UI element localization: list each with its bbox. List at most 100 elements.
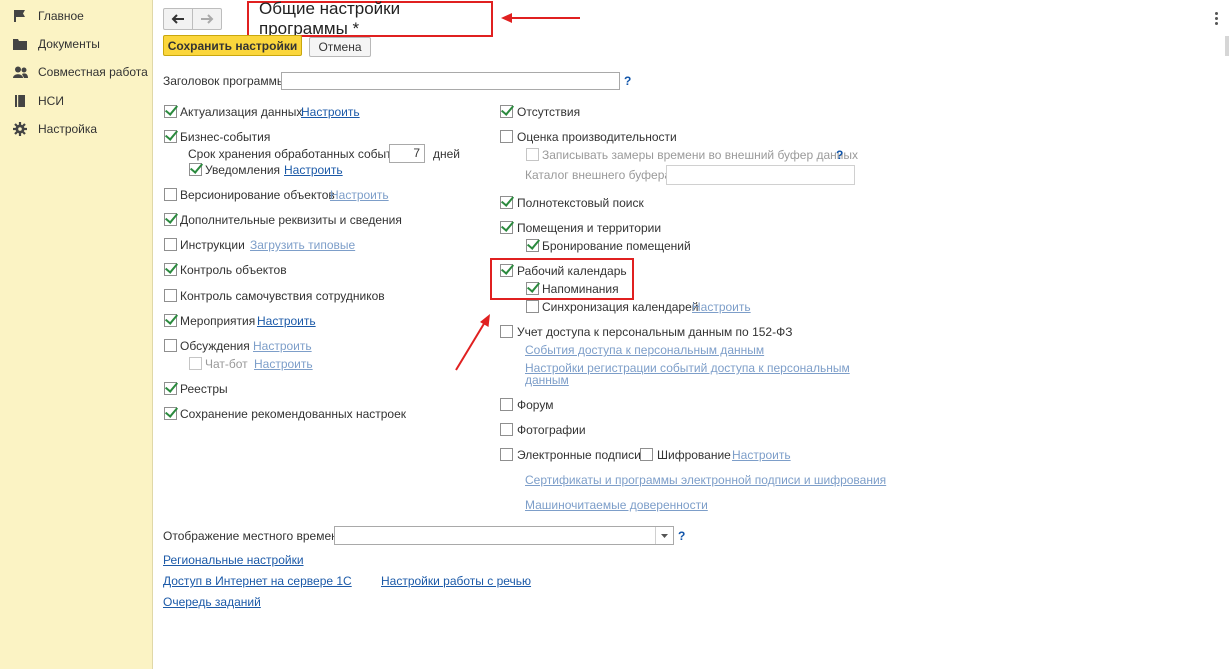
regional-settings-link[interactable]: Региональные настройки — [163, 553, 304, 567]
retention-days-input[interactable]: 7 — [389, 144, 425, 163]
forward-button[interactable] — [192, 9, 221, 29]
versioning-label: Версионирование объектов — [180, 188, 335, 202]
annotation-arrow-title — [501, 13, 580, 23]
personal-data-label: Учет доступа к персональным данным по 15… — [517, 325, 793, 339]
arrow-left-icon — [171, 14, 184, 24]
extra-attributes-checkbox[interactable] — [164, 213, 177, 226]
internet-access-link[interactable]: Доступ в Интернет на сервере 1С — [163, 574, 352, 588]
cancel-button[interactable]: Отмена — [309, 37, 371, 57]
notifications-checkbox[interactable] — [189, 163, 202, 176]
events-label: Мероприятия — [180, 314, 256, 328]
esign-label: Электронные подписи — [517, 448, 641, 462]
booking-label: Бронирование помещений — [542, 239, 691, 253]
chevron-down-icon[interactable] — [655, 527, 673, 544]
pd-events-link[interactable]: События доступа к персональным данным — [525, 343, 764, 357]
instructions-label: Инструкции — [180, 238, 245, 252]
book-icon — [12, 93, 28, 109]
buffer-catalog-label: Каталог внешнего буфера: — [525, 168, 675, 182]
pd-settings-link[interactable]: Настройки регистрации событий доступа к … — [525, 361, 850, 375]
sidebar-item-nsi[interactable]: НСИ — [12, 91, 64, 111]
instructions-load-link[interactable]: Загрузить типовые — [250, 238, 355, 252]
fulltext-search-checkbox[interactable] — [500, 196, 513, 209]
work-calendar-checkbox[interactable] — [500, 264, 513, 277]
photos-checkbox[interactable] — [500, 423, 513, 436]
reminders-checkbox[interactable] — [526, 282, 539, 295]
scrollbar[interactable] — [1225, 36, 1229, 56]
annotation-arrow-calendar — [455, 314, 490, 371]
program-title-label: Заголовок программы: — [163, 74, 289, 88]
booking-checkbox[interactable] — [526, 239, 539, 252]
wellbeing-checkbox[interactable] — [164, 289, 177, 302]
page-title-highlight: Общие настройки программы * — [247, 0, 493, 38]
buffer-catalog-input[interactable] — [666, 165, 855, 185]
notifications-configure-link[interactable]: Настроить — [284, 163, 343, 177]
registers-label: Реестры — [180, 382, 228, 396]
object-control-checkbox[interactable] — [164, 263, 177, 276]
sidebar-item-main[interactable]: Главное — [12, 6, 84, 26]
data-update-configure-link[interactable]: Настроить — [301, 105, 360, 119]
write-measurements-label: Записывать замеры времени во внешний буф… — [542, 148, 859, 162]
job-queue-link[interactable]: Очередь заданий — [163, 595, 261, 609]
chatbot-configure-link[interactable]: Настроить — [254, 357, 313, 371]
performance-checkbox[interactable] — [500, 130, 513, 143]
forum-label: Форум — [517, 398, 554, 412]
speech-settings-link[interactable]: Настройки работы с речью — [381, 574, 531, 588]
power-of-attorney-link[interactable]: Машиночитаемые доверенности — [525, 498, 708, 512]
help-icon[interactable]: ? — [836, 148, 843, 162]
absences-checkbox[interactable] — [500, 105, 513, 118]
versioning-checkbox[interactable] — [164, 188, 177, 201]
write-measurements-checkbox[interactable] — [526, 148, 539, 161]
local-time-label: Отображение местного времени: — [163, 529, 348, 543]
sidebar-item-label: Совместная работа — [38, 65, 148, 79]
local-time-select[interactable] — [334, 526, 674, 545]
saved-settings-checkbox[interactable] — [164, 407, 177, 420]
pd-settings-link-continued[interactable]: данным — [525, 373, 569, 387]
help-icon[interactable]: ? — [678, 529, 685, 543]
extra-attributes-label: Дополнительные реквизиты и сведения — [180, 213, 402, 227]
registers-checkbox[interactable] — [164, 382, 177, 395]
sidebar-item-documents[interactable]: Документы — [12, 34, 100, 54]
business-events-checkbox[interactable] — [164, 130, 177, 143]
data-update-checkbox[interactable] — [164, 105, 177, 118]
encryption-configure-link[interactable]: Настроить — [732, 448, 791, 462]
help-icon[interactable]: ? — [624, 74, 631, 88]
events-configure-link[interactable]: Настроить — [257, 314, 316, 328]
save-settings-button[interactable]: Сохранить настройки — [163, 35, 302, 56]
sidebar-item-label: НСИ — [38, 94, 64, 108]
sidebar-item-settings[interactable]: Настройка — [12, 119, 97, 139]
events-checkbox[interactable] — [164, 314, 177, 327]
wellbeing-label: Контроль самочувствия сотрудников — [180, 289, 385, 303]
calendar-sync-label: Синхронизация календарей — [542, 300, 699, 314]
discussions-configure-link[interactable]: Настроить — [253, 339, 312, 353]
users-icon — [12, 64, 28, 80]
chatbot-checkbox[interactable] — [189, 357, 202, 370]
calendar-sync-checkbox[interactable] — [526, 300, 539, 313]
performance-label: Оценка производительности — [517, 130, 677, 144]
encryption-checkbox[interactable] — [640, 448, 653, 461]
forum-checkbox[interactable] — [500, 398, 513, 411]
gear-icon — [12, 121, 28, 137]
absences-label: Отсутствия — [517, 105, 581, 119]
notifications-label: Уведомления — [205, 163, 281, 177]
premises-checkbox[interactable] — [500, 221, 513, 234]
discussions-checkbox[interactable] — [164, 339, 177, 352]
saved-settings-label: Сохранение рекомендованных настроек — [180, 407, 407, 421]
discussions-label: Обсуждения — [180, 339, 250, 353]
more-menu-icon[interactable] — [1215, 12, 1219, 25]
certificates-link[interactable]: Сертификаты и программы электронной подп… — [525, 473, 886, 487]
photos-label: Фотографии — [517, 423, 586, 437]
calendar-sync-configure-link[interactable]: Настроить — [692, 300, 751, 314]
work-calendar-label: Рабочий календарь — [517, 264, 627, 278]
personal-data-checkbox[interactable] — [500, 325, 513, 338]
esign-checkbox[interactable] — [500, 448, 513, 461]
retention-unit: дней — [433, 147, 461, 161]
encryption-label: Шифрование — [657, 448, 731, 462]
sidebar-item-label: Настройка — [38, 122, 98, 136]
navigation-buttons — [163, 8, 222, 30]
back-button[interactable] — [164, 9, 192, 29]
versioning-configure-link[interactable]: Настроить — [330, 188, 389, 202]
instructions-checkbox[interactable] — [164, 238, 177, 251]
sidebar-item-collaboration[interactable]: Совместная работа — [12, 62, 148, 82]
program-title-input[interactable] — [281, 72, 620, 90]
page-title: Общие настройки программы * — [259, 0, 401, 38]
